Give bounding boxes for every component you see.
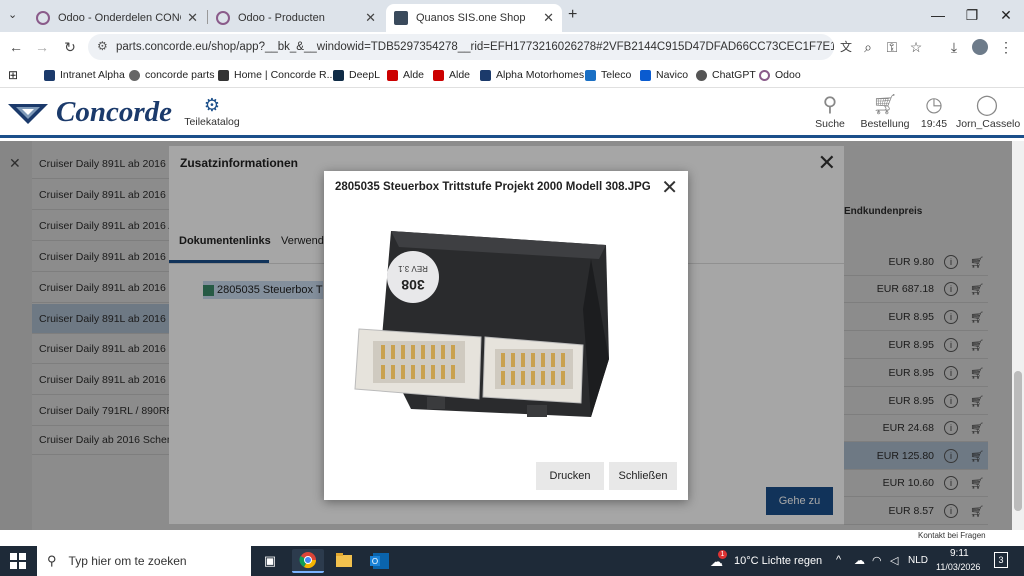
bookmark-intranet-alpha[interactable]: Intranet Alpha xyxy=(44,67,125,83)
star-icon[interactable]: ☆ xyxy=(906,37,926,57)
contact-link[interactable]: Kontakt bei Fragen xyxy=(918,531,986,540)
wifi-icon[interactable]: ◠ xyxy=(872,554,882,567)
tab-quanos-shop[interactable]: Quanos SIS.one Shop ✕ xyxy=(386,4,562,32)
close-button[interactable]: Schließen xyxy=(609,462,677,490)
apps-icon[interactable]: ⊞ xyxy=(8,67,18,83)
back-icon[interactable]: ← xyxy=(6,37,26,57)
file-explorer-icon[interactable] xyxy=(328,549,360,573)
close-icon[interactable]: ✕ xyxy=(543,10,554,26)
teilekatalog-button[interactable]: ⚙ Teilekatalog xyxy=(184,94,240,128)
scrollbar-thumb[interactable] xyxy=(1014,371,1022,511)
chatgpt-icon xyxy=(696,69,707,81)
navico-icon xyxy=(640,69,651,81)
translate-icon[interactable]: 文 xyxy=(836,37,856,57)
product-photo: 308 REV 3.1 xyxy=(354,231,609,417)
address-bar[interactable]: ⚙ parts.concorde.eu/shop/app?__bk_&__win… xyxy=(88,34,834,60)
svg-text:O: O xyxy=(372,557,378,566)
cart-icon: 🛒︎ xyxy=(872,94,898,116)
odoo-icon xyxy=(216,11,230,25)
search-icon: ⚲ xyxy=(822,94,838,116)
url-text: parts.concorde.eu/shop/app?__bk_&__windo… xyxy=(116,41,834,53)
volume-icon[interactable]: ◁ xyxy=(890,554,898,567)
label-rev: REV 3.1 xyxy=(398,264,428,273)
minimize-icon[interactable]: — xyxy=(922,4,954,26)
order-button[interactable]: 🛒︎ Bestellung xyxy=(858,92,912,130)
user-icon: ◯ xyxy=(975,94,999,116)
notifications-icon[interactable]: 3 xyxy=(994,552,1008,568)
chevron-up-icon[interactable]: ^ xyxy=(836,554,841,566)
weather-text[interactable]: 10°C Lichte regen xyxy=(734,555,822,567)
restore-icon[interactable]: ❐ xyxy=(956,4,988,26)
alde-icon xyxy=(433,69,444,81)
close-icon[interactable]: ✕ xyxy=(661,175,678,200)
logo-text[interactable]: Concorde xyxy=(56,96,172,129)
chrome-icon[interactable] xyxy=(292,549,324,573)
odoo-icon xyxy=(759,69,770,81)
search-button[interactable]: ⚲ Suche xyxy=(812,92,848,130)
timer-icon: ◷ xyxy=(925,94,943,116)
image-title: 2805035 Steuerbox Trittstufe Projekt 200… xyxy=(335,181,651,193)
clock-date[interactable]: 11/03/2026 xyxy=(936,562,980,572)
label-number: 308 xyxy=(401,277,425,293)
odoo-icon xyxy=(36,11,50,25)
task-view-icon[interactable]: ▣ xyxy=(254,549,286,573)
close-icon[interactable]: ✕ xyxy=(187,10,198,26)
tab-search-button[interactable]: ⌄ xyxy=(8,8,17,21)
close-window-icon[interactable]: ✕ xyxy=(990,4,1022,26)
site-info-icon[interactable]: ⚙ xyxy=(97,39,108,53)
tab-odoo-producten[interactable]: Odoo - Producten ✕ xyxy=(208,4,384,32)
image-viewer-dialog: 2805035 Steuerbox Trittstufe Projekt 200… xyxy=(324,171,688,500)
close-icon[interactable]: ✕ xyxy=(365,10,376,26)
tab-odoo-onderdelen[interactable]: Odoo - Onderdelen CONCORDE ✕ xyxy=(28,4,206,32)
sis-icon xyxy=(394,11,408,25)
bookmark-alde-2[interactable]: Alde xyxy=(433,67,470,83)
bookmark-odoo[interactable]: Odoo xyxy=(759,67,801,83)
windows-taskbar: ⚲ Typ hier om te zoeken ▣ O ☁ 1 10°C Lic… xyxy=(0,546,1024,576)
bookmarks-bar: ⊞ Intranet Alpha concorde parts Home | C… xyxy=(0,62,1024,88)
bookmark-chatgpt[interactable]: ChatGPT xyxy=(696,67,756,83)
teleco-icon xyxy=(585,69,596,81)
zoom-icon[interactable]: ⌕ xyxy=(858,37,878,57)
user-menu[interactable]: ◯ Jorn_Casselo xyxy=(956,92,1020,130)
weather-badge: 1 xyxy=(718,550,727,559)
menu-icon[interactable]: ⋮ xyxy=(996,37,1016,57)
deepl-icon xyxy=(333,69,344,81)
bookmark-teleco[interactable]: Teleco xyxy=(585,67,631,83)
catalog-icon: ⚙ xyxy=(203,95,221,115)
forward-icon[interactable]: → xyxy=(32,37,52,57)
bookmark-navico[interactable]: Navico xyxy=(640,67,688,83)
windows-start-icon[interactable] xyxy=(10,553,26,569)
bookmark-deepl[interactable]: DeepL xyxy=(333,67,380,83)
new-tab-button[interactable]: + xyxy=(568,6,577,24)
page-scrollbar[interactable] xyxy=(1012,141,1024,530)
clock-time[interactable]: 9:11 xyxy=(950,548,969,559)
alpha-icon xyxy=(480,69,491,81)
browser-tabstrip: ⌄ Odoo - Onderdelen CONCORDE ✕ Odoo - Pr… xyxy=(0,0,1024,32)
reload-icon[interactable]: ↻ xyxy=(60,37,80,57)
download-icon[interactable]: ⤓ xyxy=(944,37,964,57)
alpha-icon xyxy=(44,69,55,81)
avatar[interactable] xyxy=(970,37,990,57)
concorde-logo-icon xyxy=(8,104,48,124)
alde-icon xyxy=(387,69,398,81)
home-icon xyxy=(218,69,229,81)
search-icon: ⚲ xyxy=(47,553,57,568)
taskbar-search[interactable]: ⚲ Typ hier om te zoeken xyxy=(37,546,251,576)
navigation-bar: ← → ↻ ⚙ parts.concorde.eu/shop/app?__bk_… xyxy=(0,32,1024,62)
bookmark-home-concorde[interactable]: Home | Concorde R... xyxy=(218,67,335,83)
bookmark-concorde-parts[interactable]: concorde parts xyxy=(129,67,214,83)
bookmark-alpha-motorhomes[interactable]: Alpha Motorhomes xyxy=(480,67,584,83)
bookmark-alde-1[interactable]: Alde xyxy=(387,67,424,83)
globe-icon xyxy=(129,69,140,81)
print-button[interactable]: Drucken xyxy=(536,462,604,490)
language-indicator[interactable]: NLD xyxy=(908,555,928,566)
outlook-icon[interactable]: O xyxy=(364,549,396,573)
key-icon[interactable]: ⚿ xyxy=(882,37,902,57)
session-timer: ◷ 19:45 xyxy=(918,92,950,130)
cloud-icon[interactable]: ☁ xyxy=(854,554,865,567)
